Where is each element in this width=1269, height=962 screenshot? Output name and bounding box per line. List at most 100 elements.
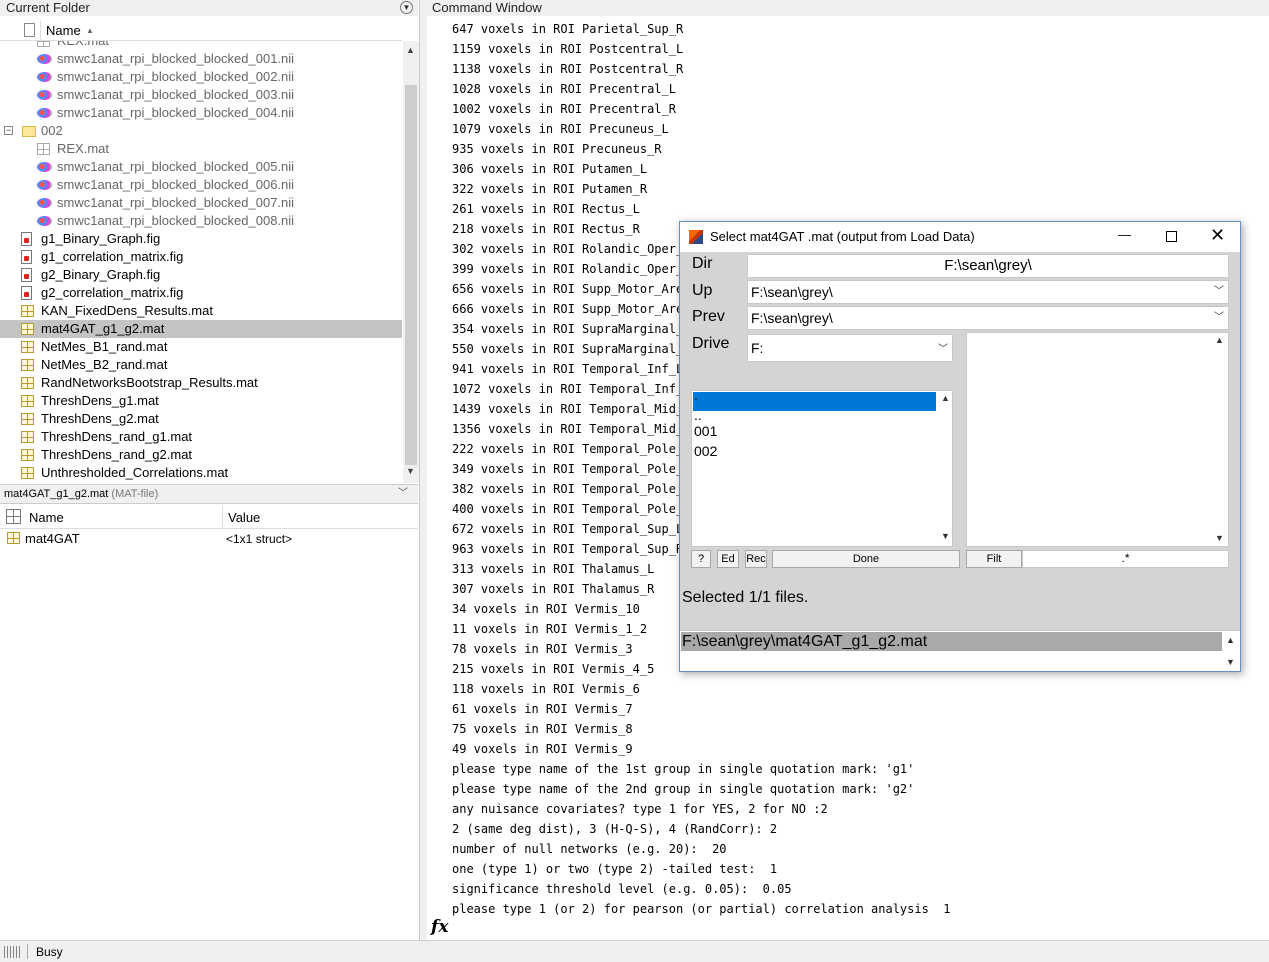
file-row-selected[interactable]: mat4GAT_g1_g2.mat bbox=[0, 320, 402, 338]
mat-file-icon bbox=[21, 431, 34, 443]
command-output-line: 935 voxels in ROI Precuneus_R bbox=[452, 142, 662, 156]
variables-header: Name Value bbox=[0, 505, 418, 529]
file-row[interactable]: Unthresholded_Correlations.mat bbox=[0, 464, 402, 482]
file-row[interactable]: g2_correlation_matrix.fig bbox=[0, 284, 402, 302]
prev-select[interactable]: F:\sean\grey\ ﹀ bbox=[747, 306, 1229, 330]
directory-list-scrollbar[interactable]: ▲ ▼ bbox=[937, 391, 953, 546]
file-name: ThreshDens_rand_g2.mat bbox=[41, 447, 193, 462]
scroll-up-icon[interactable]: ▲ bbox=[406, 45, 415, 55]
command-output-line: please type name of the 1st group in sin… bbox=[452, 762, 915, 776]
chevron-down-icon[interactable]: ﹀ bbox=[1214, 307, 1224, 329]
variable-row[interactable]: mat4GAT <1x1 struct> bbox=[0, 529, 418, 549]
file-row[interactable]: smwc1anat_rpi_blocked_blocked_005.nii bbox=[0, 158, 402, 176]
mat-file-icon bbox=[21, 305, 34, 317]
nifti-file-icon bbox=[37, 108, 52, 118]
filter-button[interactable]: Filt bbox=[966, 550, 1022, 568]
help-button[interactable]: ? bbox=[691, 550, 711, 568]
rec-button[interactable]: Rec bbox=[745, 550, 767, 568]
scroll-down-icon[interactable]: ▼ bbox=[941, 531, 950, 541]
file-list[interactable]: ▲ ▼ bbox=[966, 332, 1229, 547]
scroll-down-icon[interactable]: ▼ bbox=[1215, 533, 1224, 543]
directory-item[interactable]: 001 bbox=[694, 421, 717, 441]
folder-file-list[interactable]: REX.mat smwc1anat_rpi_blocked_blocked_00… bbox=[0, 41, 402, 483]
scroll-up-icon[interactable]: ▲ bbox=[1226, 635, 1235, 645]
folder-row[interactable]: − 002 bbox=[0, 122, 402, 140]
mat-file-icon bbox=[37, 41, 50, 47]
file-row[interactable]: g1_Binary_Graph.fig bbox=[0, 230, 402, 248]
edit-button[interactable]: Ed bbox=[717, 550, 739, 568]
done-button[interactable]: Done bbox=[772, 550, 960, 568]
file-row[interactable]: ThreshDens_g2.mat bbox=[0, 410, 402, 428]
command-output-line: 647 voxels in ROI Parietal_Sup_R bbox=[452, 22, 684, 36]
selected-file-item[interactable]: F:\sean\grey\mat4GAT_g1_g2.mat bbox=[681, 632, 1222, 651]
file-row[interactable]: smwc1anat_rpi_blocked_blocked_004.nii bbox=[0, 104, 402, 122]
directory-item[interactable]: . bbox=[694, 385, 698, 405]
dialog-titlebar[interactable]: Select mat4GAT .mat (output from Load Da… bbox=[680, 222, 1240, 252]
chevron-down-icon[interactable]: ﹀ bbox=[398, 485, 408, 503]
mat-file-icon bbox=[21, 413, 34, 425]
command-output-line: 306 voxels in ROI Putamen_L bbox=[452, 162, 648, 176]
file-row[interactable]: ThreshDens_g1.mat bbox=[0, 392, 402, 410]
file-row[interactable]: RandNetworksBootstrap_Results.mat bbox=[0, 374, 402, 392]
variable-name-column[interactable]: Name bbox=[29, 510, 64, 525]
file-name: NetMes_B1_rand.mat bbox=[41, 339, 168, 354]
filter-input[interactable]: .* bbox=[1022, 550, 1229, 568]
maximize-icon[interactable] bbox=[1166, 231, 1177, 242]
mat-file-icon bbox=[21, 377, 34, 389]
fx-prompt-icon[interactable]: fx bbox=[431, 917, 448, 937]
details-panel-title[interactable]: mat4GAT_g1_g2.mat (MAT-file) ﹀ bbox=[0, 484, 418, 504]
status-grip-icon bbox=[4, 946, 20, 958]
file-row[interactable]: KAN_FixedDens_Results.mat bbox=[0, 302, 402, 320]
drive-select[interactable]: F: ﹀ bbox=[747, 334, 953, 362]
panel-splitter[interactable] bbox=[420, 0, 427, 940]
name-column-header[interactable]: Name bbox=[46, 23, 81, 38]
file-row[interactable]: ThreshDens_rand_g2.mat bbox=[0, 446, 402, 464]
prev-select-value: F:\sean\grey\ bbox=[751, 310, 833, 326]
nifti-file-icon bbox=[37, 54, 52, 64]
panel-actions-icon[interactable]: ▼ bbox=[400, 1, 413, 14]
up-select-value: F:\sean\grey\ bbox=[751, 284, 833, 300]
file-row[interactable]: NetMes_B1_rand.mat bbox=[0, 338, 402, 356]
file-row[interactable]: smwc1anat_rpi_blocked_blocked_006.nii bbox=[0, 176, 402, 194]
file-row[interactable]: ThreshDens_rand_g1.mat bbox=[0, 428, 402, 446]
file-row[interactable]: g2_Binary_Graph.fig bbox=[0, 266, 402, 284]
collapse-toggle-icon[interactable]: − bbox=[4, 126, 13, 135]
file-name: smwc1anat_rpi_blocked_blocked_006.nii bbox=[57, 177, 295, 192]
minimize-icon[interactable]: — bbox=[1118, 227, 1131, 242]
selected-files-list[interactable]: F:\sean\grey\mat4GAT_g1_g2.mat ▲ ▼ bbox=[680, 630, 1240, 671]
variable-value-column[interactable]: Value bbox=[228, 510, 260, 525]
command-output-line: 261 voxels in ROI Rectus_L bbox=[452, 202, 640, 216]
directory-list[interactable]: ... 001 002 ▲ ▼ bbox=[691, 387, 953, 547]
file-row-partial[interactable]: REX.mat bbox=[0, 41, 402, 50]
folder-column-header: Name ▲ bbox=[0, 21, 402, 41]
scroll-down-icon[interactable]: ▼ bbox=[1226, 657, 1235, 667]
chevron-down-icon[interactable]: ﹀ bbox=[938, 337, 948, 363]
command-output-line: 1028 voxels in ROI Precentral_L bbox=[452, 82, 676, 96]
file-name: smwc1anat_rpi_blocked_blocked_004.nii bbox=[57, 105, 295, 120]
file-row[interactable]: smwc1anat_rpi_blocked_blocked_008.nii bbox=[0, 212, 402, 230]
nifti-file-icon bbox=[37, 180, 52, 190]
scroll-down-icon[interactable]: ▼ bbox=[406, 466, 415, 476]
file-row[interactable]: smwc1anat_rpi_blocked_blocked_003.nii bbox=[0, 86, 402, 104]
directory-item[interactable]: 002 bbox=[694, 441, 717, 461]
dialog-title: Select mat4GAT .mat (output from Load Da… bbox=[710, 229, 975, 244]
details-file-type: (MAT-file) bbox=[111, 488, 159, 500]
column-divider[interactable] bbox=[222, 505, 223, 529]
column-divider[interactable] bbox=[40, 21, 41, 41]
dir-field[interactable]: F:\sean\grey\ bbox=[747, 254, 1229, 278]
file-row[interactable]: smwc1anat_rpi_blocked_blocked_007.nii bbox=[0, 194, 402, 212]
scrollbar-thumb[interactable] bbox=[405, 85, 417, 465]
file-name: smwc1anat_rpi_blocked_blocked_002.nii bbox=[57, 69, 295, 84]
up-select[interactable]: F:\sean\grey\ ﹀ bbox=[747, 280, 1229, 304]
file-row[interactable]: NetMes_B2_rand.mat bbox=[0, 356, 402, 374]
file-row[interactable]: REX.mat bbox=[0, 140, 402, 158]
file-row[interactable]: g1_correlation_matrix.fig bbox=[0, 248, 402, 266]
scroll-up-icon[interactable]: ▲ bbox=[1215, 335, 1224, 345]
folder-scrollbar[interactable]: ▲ ▼ bbox=[403, 41, 419, 483]
chevron-down-icon[interactable]: ﹀ bbox=[1214, 281, 1224, 303]
file-row[interactable]: smwc1anat_rpi_blocked_blocked_002.nii bbox=[0, 68, 402, 86]
close-icon[interactable]: ✕ bbox=[1210, 225, 1225, 245]
file-row[interactable]: smwc1anat_rpi_blocked_blocked_001.nii bbox=[0, 50, 402, 68]
scroll-up-icon[interactable]: ▲ bbox=[941, 393, 950, 403]
mat-file-icon bbox=[21, 323, 34, 335]
